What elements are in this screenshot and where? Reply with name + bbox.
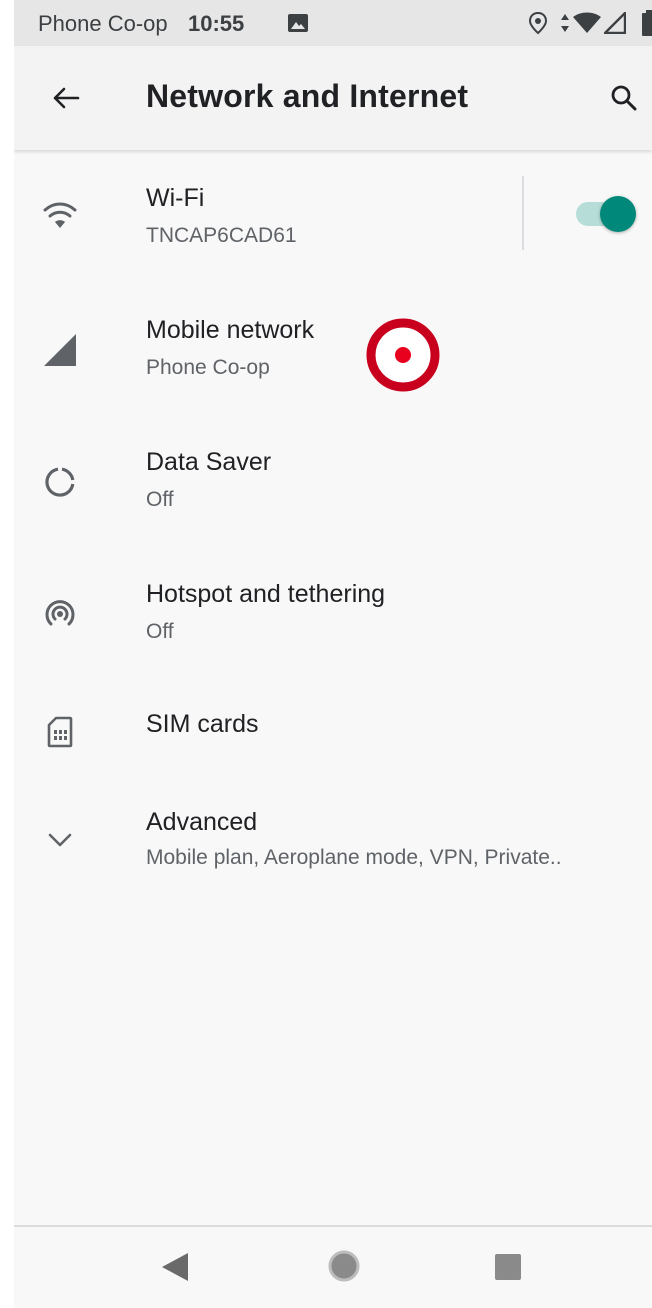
setting-label: Mobile network <box>146 316 315 344</box>
wifi-divider <box>522 176 524 250</box>
status-bar: Phone Co-op 10:55 <box>14 0 652 46</box>
tap-indicator <box>366 318 440 392</box>
wifi-toggle[interactable] <box>574 196 636 232</box>
cell-signal-icon <box>42 332 78 368</box>
setting-summary: TNCAP6CAD61 <box>146 224 297 247</box>
setting-mobile-network[interactable]: Mobile network Phone Co-op <box>14 284 652 416</box>
page-title: Network and Internet <box>146 78 469 114</box>
setting-hotspot[interactable]: Hotspot and tethering Off <box>14 548 652 680</box>
carrier-name: Phone Co-op <box>38 11 168 36</box>
setting-summary: Phone Co-op <box>146 356 270 379</box>
setting-label: Advanced <box>146 808 258 836</box>
setting-label: Data Saver <box>146 448 272 476</box>
setting-summary: Off <box>146 488 174 511</box>
setting-summary: Mobile plan, Aeroplane mode, VPN, Privat… <box>146 846 562 869</box>
hotspot-icon <box>42 596 78 632</box>
setting-summary: Off <box>146 620 174 643</box>
search-button[interactable] <box>602 76 646 120</box>
nav-recents-icon[interactable] <box>494 1253 522 1281</box>
clock: 10:55 <box>188 11 245 36</box>
search-icon <box>611 85 637 111</box>
data-saver-icon <box>42 464 78 500</box>
setting-label: Wi-Fi <box>146 184 205 212</box>
navigation-bar <box>14 1227 652 1308</box>
image-icon <box>288 14 308 32</box>
toggle-thumb <box>600 196 636 232</box>
data-arrows-icon <box>561 14 569 32</box>
chevron-down-icon <box>42 822 78 858</box>
setting-wifi[interactable]: Wi-Fi TNCAP6CAD61 <box>14 152 652 284</box>
sim-card-icon <box>42 714 78 750</box>
setting-advanced[interactable]: Advanced Mobile plan, Aeroplane mode, VP… <box>14 790 652 922</box>
settings-screen: Phone Co-op 10:55 Network and Internet W… <box>14 0 652 1308</box>
wifi-icon <box>42 198 78 234</box>
cell-signal-icon <box>604 12 626 34</box>
setting-label: SIM cards <box>146 710 259 738</box>
setting-label: Hotspot and tethering <box>146 580 386 608</box>
nav-back-icon[interactable] <box>160 1252 190 1282</box>
arrow-back-icon <box>53 87 80 109</box>
nav-home-icon[interactable] <box>327 1249 361 1283</box>
setting-data-saver[interactable]: Data Saver Off <box>14 416 652 548</box>
battery-icon <box>642 10 652 36</box>
app-bar: Network and Internet <box>14 46 652 150</box>
wifi-icon <box>573 12 601 33</box>
location-icon <box>528 11 548 35</box>
back-button[interactable] <box>44 76 88 120</box>
